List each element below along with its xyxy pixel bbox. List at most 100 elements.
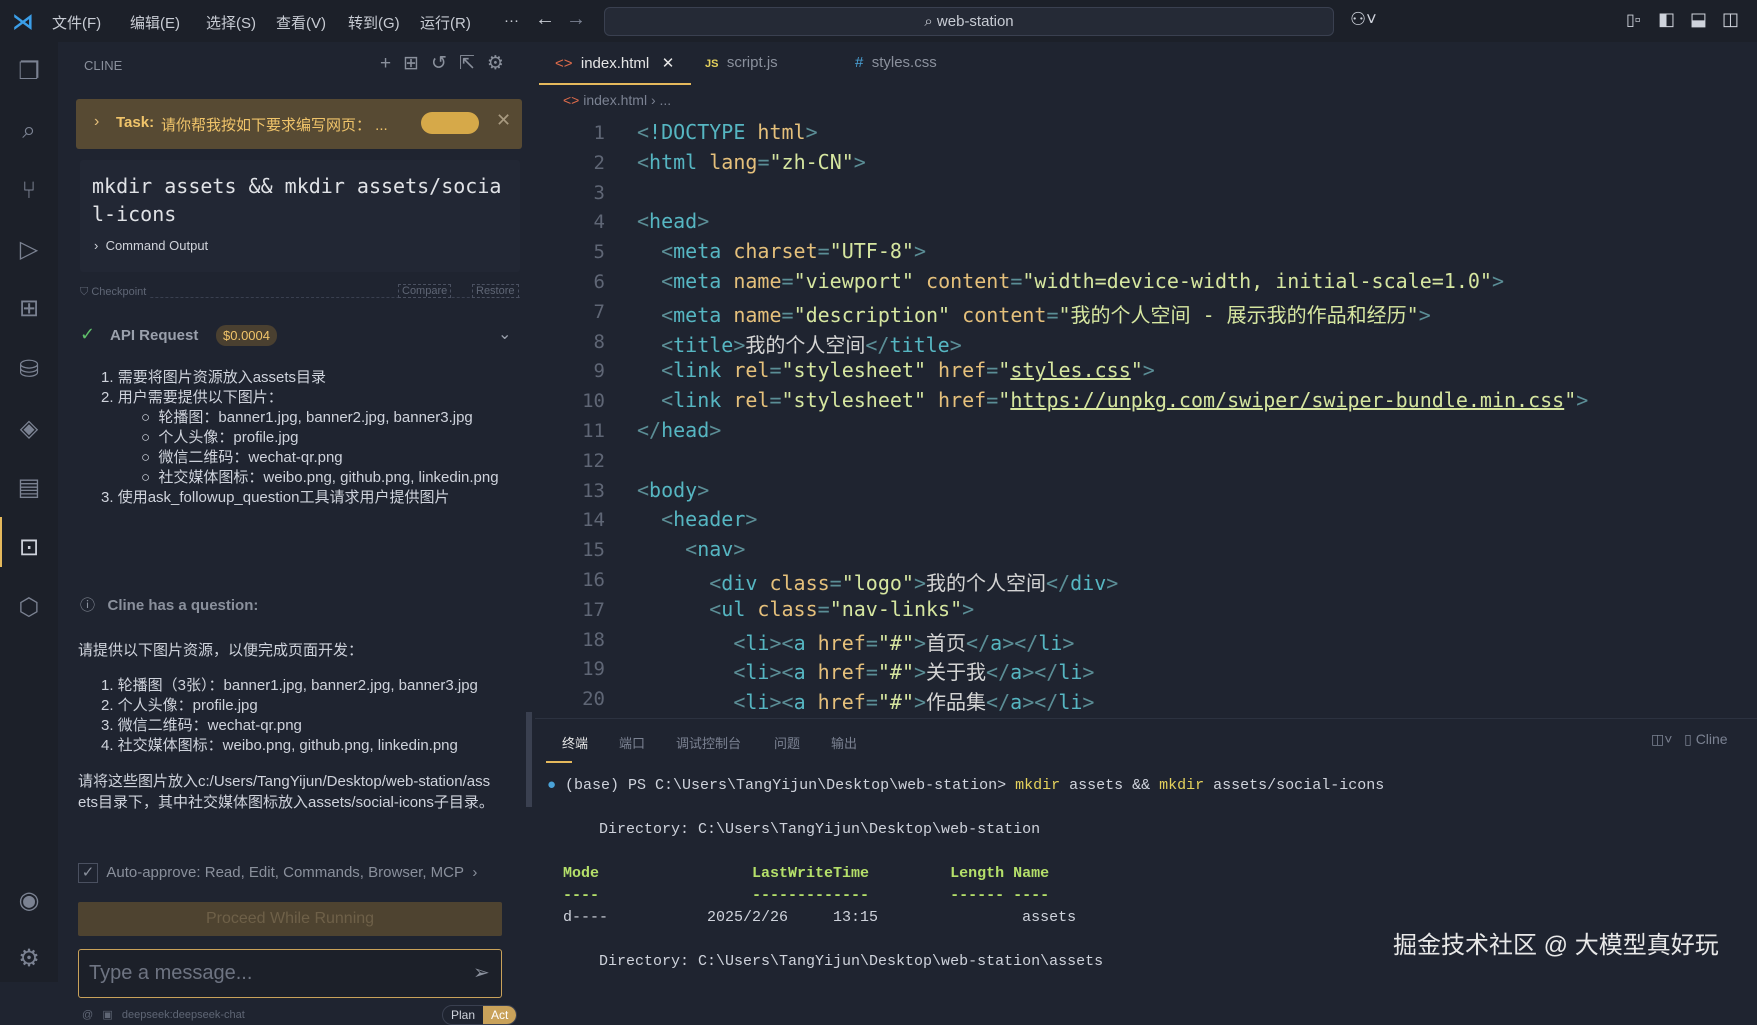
tab-script-js[interactable]: JS script.js (705, 54, 778, 71)
code-token: = (769, 358, 782, 383)
panel-tab[interactable]: 端口 (619, 733, 645, 752)
close-tab-icon[interactable]: ✕ (662, 55, 675, 72)
api-cost-badge: $0.0004 (216, 325, 277, 346)
source-control-icon[interactable]: ⑂ (14, 176, 44, 206)
task-label: Task: (116, 114, 155, 131)
panel-tab[interactable]: 输出 (831, 733, 857, 752)
mcp-icon[interactable]: ⊞ (403, 53, 431, 74)
cline-icon[interactable]: ⊡ (14, 533, 44, 563)
panel-tab[interactable]: 终端 (562, 733, 588, 752)
settings-gear-icon[interactable]: ⚙ (14, 944, 44, 974)
active-indicator (0, 517, 2, 567)
panel-tab[interactable]: 问题 (774, 733, 800, 752)
menu-item[interactable]: ··· (504, 12, 519, 29)
sidebar-scrollbar[interactable] (526, 712, 532, 807)
line-number: 10 (582, 390, 605, 413)
sidebar-title: CLINE (84, 58, 123, 73)
mention-icon[interactable]: @ (82, 1009, 93, 1021)
code-token: < (637, 630, 746, 655)
code-token: a (793, 630, 806, 655)
code-token: li (745, 690, 770, 715)
question-icon: ⓘ (80, 597, 108, 614)
new-task-icon[interactable]: + (380, 53, 403, 74)
chevron-right-icon: › (94, 238, 106, 253)
tab-index-html[interactable]: <> index.html ✕ (555, 54, 674, 72)
code-token: header (673, 507, 746, 532)
toggle-sidebar-icon[interactable]: ◧ (1658, 9, 1675, 30)
model-selector[interactable]: deepseek:deepseek-chat (122, 1009, 245, 1021)
act-option[interactable]: Act (483, 1006, 517, 1024)
command-center-search[interactable]: ⌕ web-station (604, 7, 1334, 36)
checkbox-icon[interactable]: ✓ (78, 863, 98, 883)
line-number: 13 (582, 479, 605, 502)
code-token: = (1010, 269, 1023, 293)
terminal-icon[interactable]: ▯ (1684, 731, 1692, 747)
image-icon[interactable]: ▣ (102, 1009, 112, 1021)
code-token: < (637, 269, 674, 293)
plan-option[interactable]: Plan (443, 1006, 483, 1024)
auto-approve-row[interactable]: ✓ Auto-approve: Read, Edit, Commands, Br… (78, 863, 477, 883)
code-token: rel (721, 358, 770, 383)
copilot-icon[interactable]: ⚇˅ (1350, 9, 1377, 30)
terminal-name[interactable]: Cline (1696, 731, 1728, 747)
settings-icon[interactable]: ⚙ (487, 53, 516, 74)
code-token: > (745, 507, 758, 532)
close-icon[interactable]: ✕ (496, 110, 511, 131)
layout-customize-icon[interactable]: ▯▫ (1626, 10, 1640, 30)
code-token: > (1082, 690, 1095, 715)
code-editor[interactable]: 1 <!DOCTYPE html> 2 <html lang="zh-CN"> 3 4 <h… (535, 114, 1757, 718)
back-icon[interactable]: ← (535, 8, 555, 31)
menu-item[interactable]: 运行(R) (420, 12, 471, 33)
send-icon[interactable]: ➢ (473, 960, 490, 985)
popout-icon[interactable]: ⇱ (459, 53, 487, 74)
code-line: <link rel="stylesheet" href="styles.css"… (637, 358, 1155, 382)
code-line: <nav> (637, 537, 745, 561)
search-icon[interactable]: ⌕ (14, 116, 44, 146)
compare-button[interactable]: Compare (398, 284, 452, 298)
panel-tab[interactable]: 调试控制台 (676, 733, 741, 752)
folders-icon[interactable]: ▤ (14, 473, 44, 503)
tab-styles-css[interactable]: # styles.css (855, 54, 937, 71)
layers-icon[interactable]: ◈ (14, 414, 44, 444)
code-token: > (1142, 358, 1155, 383)
toggle-secondary-sidebar-icon[interactable]: ◫ (1722, 9, 1739, 30)
menu-item[interactable]: 选择(S) (206, 12, 256, 33)
panel-actions: ◫˅ ▯ Cline (1651, 731, 1728, 748)
task-banner[interactable]: › Task: 请你帮我按如下要求编写网页： ... ✕ (76, 99, 522, 149)
menu-item[interactable]: 文件(F) (52, 12, 101, 33)
message-input[interactable]: Type a message... ➢ (78, 949, 502, 998)
menu-item[interactable]: 查看(V) (276, 12, 326, 33)
line-number: 1 (593, 122, 605, 144)
code-token: </ (986, 660, 1011, 685)
proceed-while-running-button[interactable]: Proceed While Running (78, 902, 502, 936)
line-number: 17 (582, 598, 605, 621)
toggle-panel-icon[interactable]: ⬓ (1690, 9, 1707, 30)
code-token: >< (769, 630, 794, 655)
code-token: 首页 (926, 630, 967, 655)
restore-button[interactable]: Restore (472, 284, 519, 298)
code-token: "logo" (841, 571, 914, 595)
code-token: < (637, 477, 650, 502)
explorer-icon[interactable]: ❐ (14, 57, 44, 87)
code-token: < (637, 239, 674, 264)
code-token: name (721, 302, 782, 327)
extensions-icon[interactable]: ⊞ (14, 294, 44, 324)
api-request-row[interactable]: ✓ API Request $0.0004 ⌄ (80, 324, 520, 348)
code-token: > (1418, 302, 1431, 327)
database-icon[interactable]: ⛁ (14, 355, 44, 385)
plan-act-toggle[interactable]: Plan Act (442, 1005, 518, 1025)
run-debug-icon[interactable]: ▷ (14, 235, 44, 265)
history-icon[interactable]: ↺ (431, 53, 459, 74)
code-token: < (637, 332, 674, 357)
code-token: < (637, 302, 674, 327)
account-icon[interactable]: ◉ (14, 886, 44, 916)
command-output-toggle[interactable]: › Command Output (94, 238, 208, 253)
remote-icon[interactable]: ⬡ (14, 593, 44, 623)
chevron-down-icon[interactable]: ⌄ (498, 324, 511, 344)
js-file-icon: JS (705, 58, 719, 70)
forward-icon[interactable]: → (566, 8, 586, 31)
split-terminal-icon[interactable]: ◫˅ (1651, 731, 1672, 747)
menu-item[interactable]: 转到(G) (348, 12, 400, 33)
line-number: 2 (593, 151, 605, 174)
menu-item[interactable]: 编辑(E) (130, 12, 180, 33)
